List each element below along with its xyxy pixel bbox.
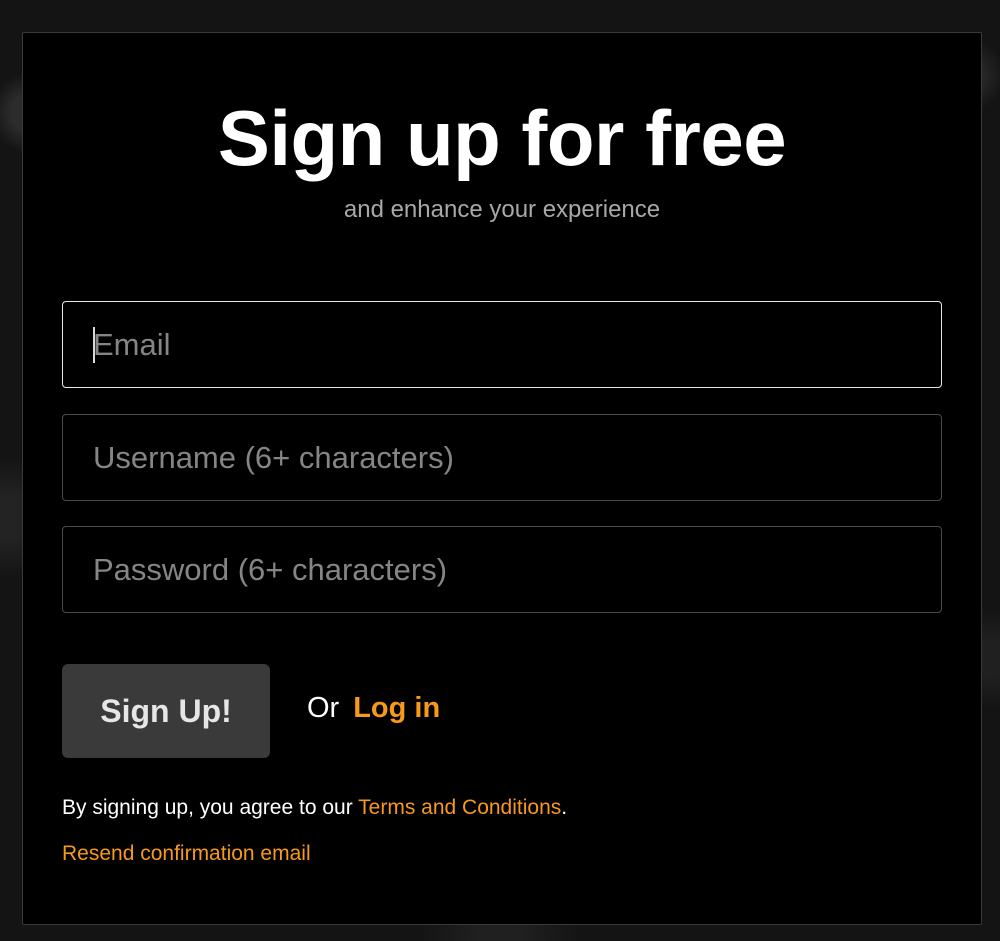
terms-suffix: . (561, 796, 568, 819)
or-label: Or (307, 692, 340, 724)
sign-up-button[interactable]: Sign Up! (62, 664, 270, 758)
signup-modal: Sign up for free and enhance your experi… (22, 32, 982, 925)
username-field[interactable] (62, 414, 942, 501)
resend-confirmation-link[interactable]: Resend confirmation email (62, 841, 311, 867)
email-field[interactable] (62, 301, 942, 388)
terms-prefix: By signing up, you agree to our (62, 796, 359, 819)
login-prompt: Or Log in (307, 688, 440, 728)
password-field[interactable] (62, 526, 942, 613)
terms-notice: By signing up, you agree to our Terms an… (62, 795, 567, 821)
text-caret (93, 327, 95, 363)
terms-link[interactable]: Terms and Conditions (358, 796, 561, 819)
page-title: Sign up for free (217, 94, 787, 182)
log-in-link[interactable]: Log in (353, 692, 440, 724)
page-subtitle: and enhance your experience (343, 196, 661, 223)
